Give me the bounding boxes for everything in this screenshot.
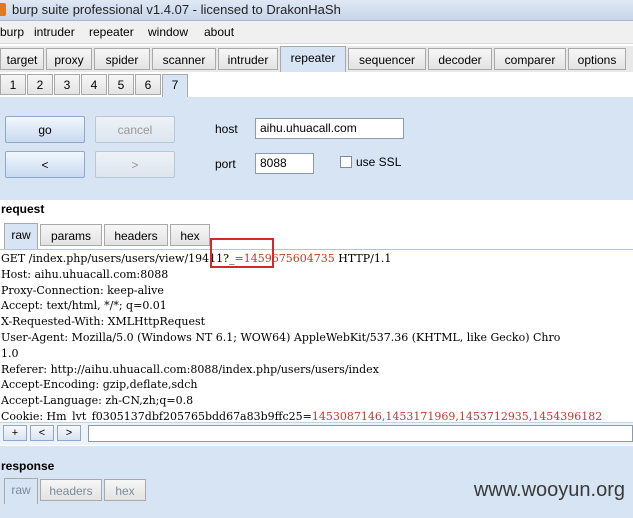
header-line: Accept-Encoding: gzip,deflate,sdch <box>1 378 198 392</box>
previous-button[interactable]: < <box>30 425 54 441</box>
tab-scanner[interactable]: scanner <box>152 48 216 70</box>
response-tab-headers[interactable]: headers <box>40 479 102 501</box>
tab-options[interactable]: options <box>568 48 626 70</box>
request-editor[interactable]: GET /index.php/users/users/view/19411?_=… <box>0 249 633 423</box>
search-input[interactable] <box>88 425 633 442</box>
menu-repeater[interactable]: repeater <box>89 25 134 39</box>
response-tab-raw[interactable]: raw <box>4 478 38 504</box>
header-line: X-Requested-With: XMLHttpRequest <box>1 315 206 329</box>
forward-button[interactable]: > <box>95 151 175 178</box>
tab-spider[interactable]: spider <box>94 48 150 70</box>
tab-target[interactable]: target <box>0 48 44 70</box>
next-button[interactable]: > <box>57 425 81 441</box>
repeater-tab-1[interactable]: 1 <box>0 74 26 95</box>
window-title: burp suite professional v1.4.07 - licens… <box>12 2 341 17</box>
repeater-tab-3[interactable]: 3 <box>54 74 80 95</box>
header-line: User-Agent: Mozilla/5.0 (Windows NT 6.1;… <box>1 331 561 344</box>
back-button[interactable]: < <box>5 151 85 178</box>
highlight-annotation <box>210 238 274 268</box>
watermark: www.wooyun.org <box>473 479 625 501</box>
request-tab-hex[interactable]: hex <box>170 224 210 246</box>
repeater-tab-6[interactable]: 6 <box>135 74 161 95</box>
ssl-checkbox[interactable] <box>340 156 352 168</box>
menu-about[interactable]: about <box>204 25 234 39</box>
header-line: Proxy-Connection: keep-alive <box>1 283 164 297</box>
menu-window[interactable]: window <box>148 25 188 39</box>
header-line: Accept: text/html, */*; q=0.01 <box>1 299 167 313</box>
menu-bar: burp intruder repeater window about <box>0 21 633 44</box>
host-label: host <box>215 122 238 136</box>
request-tab-headers[interactable]: headers <box>104 224 168 246</box>
repeater-panel: go cancel < > host aihu.uhuacall.com por… <box>0 97 633 200</box>
request-tabs: raw params headers hex <box>0 223 633 249</box>
tab-proxy[interactable]: proxy <box>46 48 92 70</box>
app-icon <box>0 3 6 16</box>
response-tab-hex[interactable]: hex <box>104 479 146 501</box>
tab-comparer[interactable]: comparer <box>494 48 566 70</box>
menu-intruder[interactable]: intruder <box>34 25 75 39</box>
request-nav-bar: + < > <box>0 422 633 445</box>
repeater-tab-4[interactable]: 4 <box>81 74 107 95</box>
menu-burp[interactable]: burp <box>0 25 24 39</box>
repeater-tab-5[interactable]: 5 <box>108 74 134 95</box>
repeater-tab-7[interactable]: 7 <box>162 74 188 98</box>
tab-sequencer[interactable]: sequencer <box>348 48 426 70</box>
header-line: Host: aihu.uhuacall.com:8088 <box>1 267 169 281</box>
header-line: 1.0 <box>1 346 19 360</box>
host-input[interactable]: aihu.uhuacall.com <box>255 118 404 139</box>
port-input[interactable]: 8088 <box>255 153 314 174</box>
request-line: GET /index.php/users/users/view/19411?_=… <box>1 252 392 265</box>
repeater-tabs: 1 2 3 4 5 6 7 <box>0 74 633 98</box>
next-match-button[interactable]: + <box>3 425 27 441</box>
tab-decoder[interactable]: decoder <box>428 48 492 70</box>
request-section-title: request <box>1 202 45 216</box>
repeater-tab-2[interactable]: 2 <box>27 74 53 95</box>
request-tab-raw[interactable]: raw <box>4 223 38 249</box>
request-tab-params[interactable]: params <box>40 224 102 246</box>
port-label: port <box>215 157 236 171</box>
response-section-title: response <box>1 459 55 473</box>
cancel-button[interactable]: cancel <box>95 116 175 143</box>
cookie-line: Cookie: Hm_lvt_f0305137dbf205765bdd67a83… <box>1 410 603 423</box>
title-bar: burp suite professional v1.4.07 - licens… <box>0 0 633 21</box>
tab-intruder[interactable]: intruder <box>218 48 278 70</box>
header-line: Accept-Language: zh-CN,zh;q=0.8 <box>1 394 194 408</box>
main-tabs: target proxy spider scanner intruder rep… <box>0 46 633 72</box>
go-button[interactable]: go <box>5 116 85 143</box>
tab-repeater[interactable]: repeater <box>280 46 346 72</box>
header-line: Referer: http://aihu.uhuacall.com:8088/i… <box>1 362 379 376</box>
ssl-label: use SSL <box>356 155 402 169</box>
